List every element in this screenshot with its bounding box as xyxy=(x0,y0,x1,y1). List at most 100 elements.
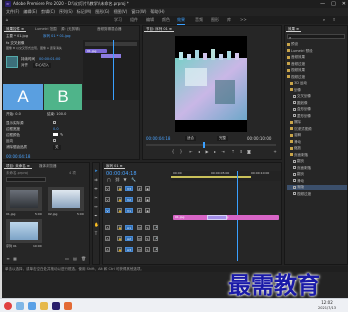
browser-icon[interactable] xyxy=(28,302,36,310)
effects-tree-item[interactable]: 预设 xyxy=(287,42,347,47)
reverse-checkbox[interactable] xyxy=(53,139,56,142)
workspace-color[interactable]: 颜色 xyxy=(162,16,170,24)
razor-tool-icon[interactable]: ✂ xyxy=(94,196,98,200)
add-button-icon[interactable]: + xyxy=(273,150,277,154)
tab-lumetri-scopes[interactable]: Lumetri 范围 xyxy=(33,26,59,32)
home-icon[interactable]: ⌂ xyxy=(5,18,9,22)
file-explorer-icon[interactable] xyxy=(40,302,48,310)
search-taskbar-icon[interactable] xyxy=(16,302,24,310)
track-name[interactable]: A3 xyxy=(125,247,133,252)
solo-track-toggle[interactable]: S xyxy=(145,236,150,241)
minimize-button[interactable]: — xyxy=(320,0,325,8)
effects-tree-item[interactable]: 3D 运动 xyxy=(287,81,347,86)
mini-transition[interactable] xyxy=(101,54,121,58)
mute-track-toggle[interactable]: M xyxy=(137,225,142,230)
mute-track-toggle[interactable]: M xyxy=(137,247,142,252)
menu-view[interactable]: 视图(V) xyxy=(113,8,127,16)
effects-tree-item[interactable]: 沉浸式视频 xyxy=(287,127,347,132)
effects-tree-item[interactable]: 视频效果 xyxy=(287,68,347,73)
tab-program-monitor[interactable]: 节目: 序列 01 ≡ xyxy=(144,26,174,32)
workspace-editing[interactable]: 编辑 xyxy=(146,16,154,24)
workspace-more[interactable]: >> xyxy=(240,16,247,24)
lift-icon[interactable]: ⇡ xyxy=(231,150,235,154)
align-dropdown[interactable]: 中心切入 xyxy=(33,63,51,68)
track-name[interactable]: A1 xyxy=(125,225,133,230)
tab-sequence[interactable]: 序列 01 ≡ xyxy=(104,163,125,169)
search-icon[interactable]: ⌕ xyxy=(322,18,326,22)
program-scrub-bar[interactable] xyxy=(146,144,276,146)
effects-tree-item[interactable]: 视频过渡 xyxy=(287,75,347,80)
solo-track-toggle[interactable]: S xyxy=(145,225,150,230)
tab-project[interactable]: 项目: 未命名 ≡ xyxy=(4,163,32,169)
border-color-swatch[interactable] xyxy=(53,133,58,136)
toggle-output-icon[interactable]: ◉ xyxy=(145,197,150,202)
linked-selection-icon[interactable]: ⛓ xyxy=(115,178,120,182)
effects-tree-item[interactable]: 音频效果 xyxy=(287,55,347,60)
step-back-icon[interactable]: ◂ xyxy=(197,150,201,154)
share-icon[interactable]: ⇪ xyxy=(332,18,336,22)
show-source-checkbox[interactable] xyxy=(53,121,56,124)
tab-effect-controls[interactable]: 效果控件 ≡ xyxy=(4,26,27,32)
list-view-icon[interactable]: ≡ xyxy=(6,257,10,261)
effects-tree-item[interactable]: 翻页 xyxy=(287,159,347,164)
lock-track-toggle[interactable]: 🔒 xyxy=(117,197,122,202)
toggle-output-icon[interactable]: ◉ xyxy=(145,186,150,191)
effect-controls-timecode[interactable]: 00:00:04:18 xyxy=(6,154,30,159)
workspace-graphics[interactable]: 图形 xyxy=(211,16,219,24)
ppt-icon[interactable] xyxy=(64,302,72,310)
premiere-taskbar-icon[interactable] xyxy=(52,302,60,310)
voice-over-icon[interactable]: 🎤 xyxy=(153,236,158,241)
border-width-value[interactable]: 0.0 xyxy=(53,127,59,131)
solo-track-toggle[interactable]: S xyxy=(145,247,150,252)
v1-transition[interactable] xyxy=(207,215,227,220)
track-select-tool-icon[interactable]: ⇉ xyxy=(94,178,98,182)
mark-out-icon[interactable]: } xyxy=(179,150,183,154)
sequence-clip-label[interactable]: 序列 01 * 01.jpg xyxy=(43,34,71,39)
duration-value[interactable]: 00:00:01:00 xyxy=(39,57,60,61)
workspace-learning[interactable]: 学习 xyxy=(114,16,122,24)
effects-tree-item[interactable]: 滑动 xyxy=(287,140,347,145)
menu-edit[interactable]: 编辑(E) xyxy=(23,8,37,16)
lock-track-toggle[interactable]: 🔒 xyxy=(117,186,122,191)
effects-tree-item[interactable]: 视频过渡 xyxy=(287,192,347,197)
sync-lock-toggle[interactable]: ⇵ xyxy=(137,208,142,213)
effects-tree-item[interactable]: 渐隐 xyxy=(287,185,347,190)
menu-help[interactable]: 帮助(H) xyxy=(150,8,164,16)
effects-tree-item[interactable]: 溶解 xyxy=(287,133,347,138)
menu-sequence[interactable]: 序列(S) xyxy=(59,8,73,16)
workspace-audio[interactable]: 音频 xyxy=(195,16,203,24)
menu-file[interactable]: 文件(F) xyxy=(6,8,19,16)
effects-tree-item[interactable]: 交叉划像 xyxy=(287,94,347,99)
icon-view-icon[interactable]: ▦ xyxy=(13,257,17,261)
workspace-assembly[interactable]: 组件 xyxy=(130,16,138,24)
source-patch-toggle[interactable]: V xyxy=(105,186,110,191)
delete-icon[interactable]: 🗑 xyxy=(81,257,86,261)
tab-media-browser[interactable]: 媒体浏览器 xyxy=(37,163,59,169)
slip-tool-icon[interactable]: ↔ xyxy=(94,205,98,209)
effects-tree-item[interactable]: Lumetri 预设 xyxy=(287,49,347,54)
track-name[interactable]: A2 xyxy=(125,236,133,241)
add-marker-icon[interactable]: ▼ xyxy=(123,178,127,182)
source-patch-toggle[interactable]: V xyxy=(105,208,110,213)
start-icon[interactable] xyxy=(4,302,12,310)
track-name[interactable]: V2 xyxy=(125,197,133,202)
effects-search-input[interactable]: ⌕ xyxy=(287,34,345,40)
effect-controls-mini-timeline[interactable]: 01.jpg xyxy=(83,40,139,100)
ripple-edit-tool-icon[interactable]: ⇹ xyxy=(94,187,98,191)
go-to-in-icon[interactable]: ⇤ xyxy=(189,150,193,154)
toggle-output-icon[interactable]: ◉ xyxy=(145,208,150,213)
source-patch-toggle[interactable]: A xyxy=(105,236,110,241)
master-clip-label[interactable]: 主要 * 01.jpg xyxy=(6,34,28,39)
menu-graphics[interactable]: 图形(G) xyxy=(95,8,109,16)
effects-tree-item[interactable]: 菱形划像 xyxy=(287,114,347,119)
eyedropper-icon[interactable]: ✎ xyxy=(60,132,63,137)
effects-tree-item[interactable]: 盒形划像 xyxy=(287,107,347,112)
timeline-ruler[interactable]: 00:00 00:00:05:00 00:00:10:00 xyxy=(171,171,281,181)
go-to-out-icon[interactable]: ⇥ xyxy=(221,150,225,154)
mute-track-toggle[interactable]: M xyxy=(137,236,142,241)
track-name[interactable]: V1 xyxy=(125,208,133,213)
hand-tool-icon[interactable]: ✋ xyxy=(94,223,99,227)
voice-over-icon[interactable]: 🎤 xyxy=(153,247,158,252)
voice-over-icon[interactable]: 🎤 xyxy=(153,225,158,230)
type-tool-icon[interactable]: T xyxy=(94,232,98,236)
